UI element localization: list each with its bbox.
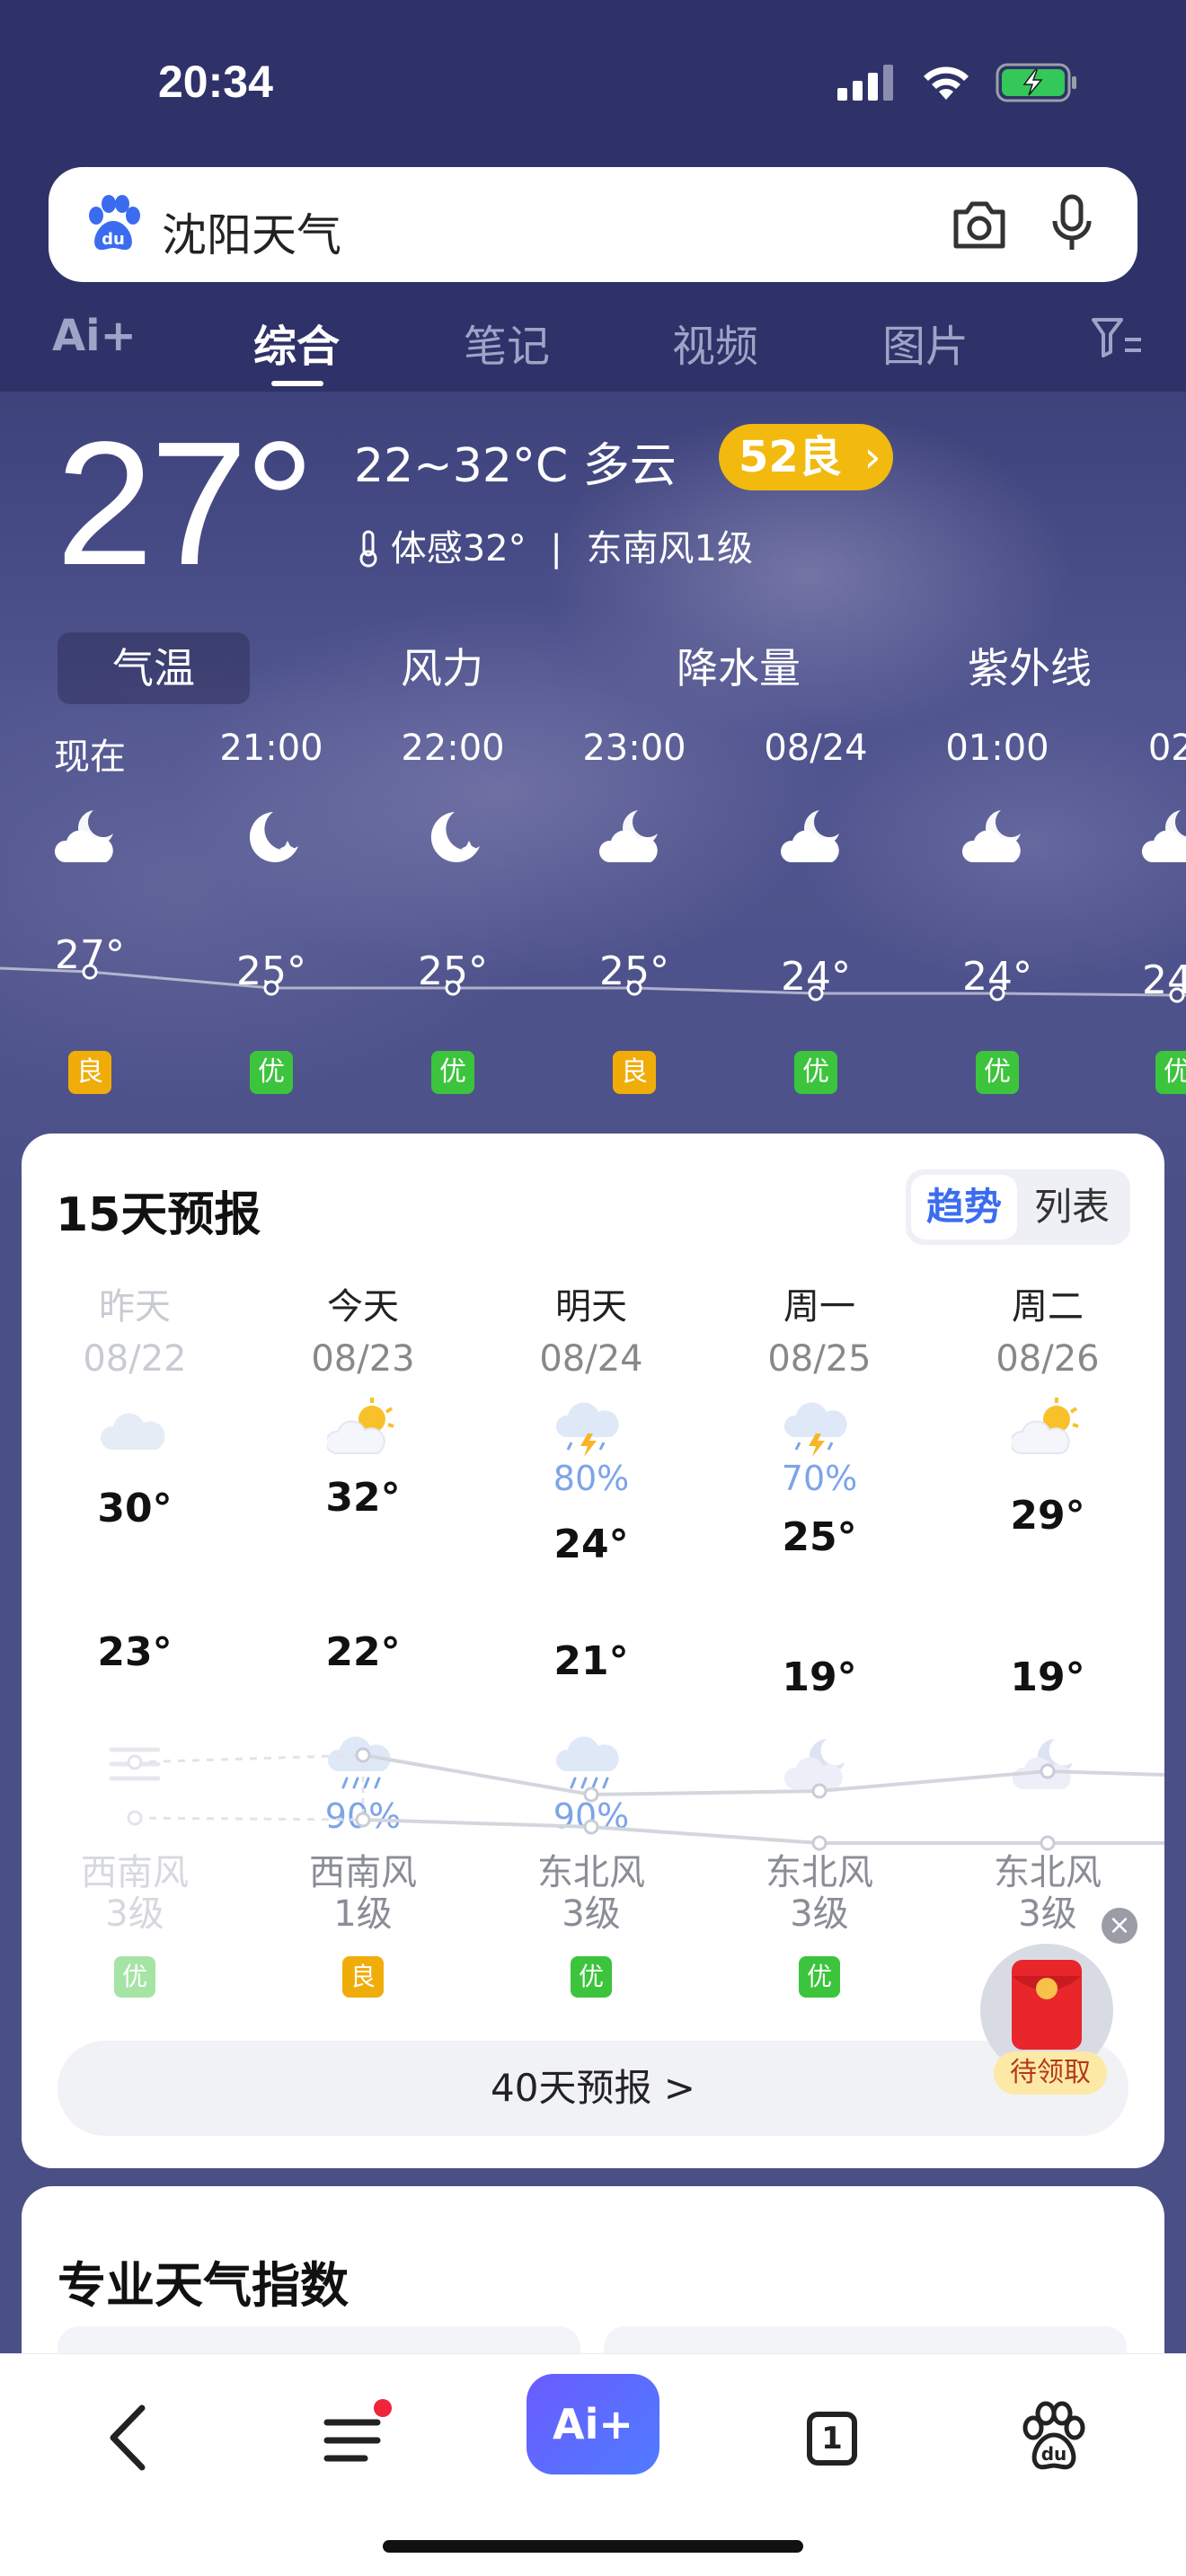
subtab-uv[interactable]: 紫外线 [940,632,1120,704]
tab-images[interactable]: 图片 [882,311,969,374]
hourly-temperature-curve [0,964,1186,1003]
hourly-aqi-badge: 良 [613,1051,656,1094]
subtab-precipitation[interactable]: 降水量 [649,632,828,704]
hourly-point [808,985,824,1001]
wifi-icon [924,66,969,100]
current-temperature: 27° [56,405,314,602]
high-point [583,1786,599,1803]
hourly-aqi-badge: 优 [250,1051,293,1094]
wind-info: 东南风1级 [586,528,753,569]
moon-cloud-icon [961,810,1021,862]
hourly-point [263,980,279,996]
hourly-time: 23:00 [582,728,686,769]
hourly-time: 02: [1147,728,1186,769]
microphone-icon[interactable] [1049,194,1094,253]
svg-text:du: du [1041,2443,1067,2465]
high-point [811,1783,828,1799]
tab-comprehensive[interactable]: 综合 [253,311,340,374]
signal-icon [837,65,893,101]
hourly-aqi-badge: 良 [68,1051,111,1094]
hourly-time: 21:00 [219,728,323,769]
tab-ai[interactable]: Ai+ [52,311,137,361]
subtab-wind[interactable]: 风力 [352,632,532,704]
camera-icon[interactable] [951,198,1008,251]
low-point [127,1810,143,1826]
active-tab-underline [271,381,323,386]
tab-notes[interactable]: 笔记 [464,311,550,374]
hourly-aqi-badge: 优 [1155,1051,1186,1094]
thermometer-icon [359,530,377,568]
close-icon[interactable]: × [1102,1908,1137,1944]
hourly-aqi-badge: 优 [431,1051,474,1094]
subtab-temperature[interactable]: 气温 [58,632,250,704]
svg-text:du: du [102,230,125,249]
today-range-condition: 22~32°C 多云 [354,439,677,493]
low-curve-past [134,1816,364,1822]
baidu-paw-icon: du [89,195,140,251]
hourly-point [82,964,98,980]
moon-cloud-icon [1142,810,1186,862]
hourly-point [1169,987,1185,1003]
low-point [811,1835,828,1851]
battery-charging-icon [996,63,1076,102]
status-time: 20:34 [158,57,273,107]
hourly-time: 22:00 [401,728,505,769]
hourly-point [626,980,642,996]
hourly-point [989,985,1005,1001]
tabs-count: 1 [807,2412,857,2466]
hourly-time: 现在 [54,737,126,778]
menu-icon[interactable] [302,2388,410,2487]
tabs-count-button[interactable]: 1 [780,2388,888,2487]
moon-cloud-icon [780,810,839,862]
high-point [127,1754,143,1770]
home-indicator [383,2540,803,2553]
divider: | [550,528,562,569]
hourly-point [445,980,461,996]
hourly-time: 01:00 [945,728,1049,769]
pro-weather-index-title: 专业天气指数 [58,2257,349,2314]
hourly-aqi-badge: 优 [794,1051,837,1094]
forty-day-forecast-button[interactable]: 40天预报 > [58,2041,1128,2136]
aqi-badge[interactable]: 52良 › [719,424,893,490]
search-bar[interactable]: du 沈阳天气 [49,167,1137,282]
high-curve-past [134,1753,364,1764]
hourly-time: 08/24 [764,728,868,769]
high-point [1040,1763,1056,1779]
status-icons [837,63,1078,102]
moon-cloud-icon [54,810,113,862]
baidu-home-icon[interactable]: du [999,2388,1107,2487]
current-details: 体感32° | 东南风1级 [358,519,753,571]
hourly-curve-line [0,966,1186,997]
chevron-right-icon: › [863,432,881,482]
tab-video[interactable]: 视频 [672,311,758,374]
red-packet-label[interactable]: 待领取 [994,2051,1107,2095]
filter-icon[interactable] [1091,316,1143,359]
low-point [1040,1835,1056,1851]
ai-assistant-button[interactable]: Ai+ [527,2374,659,2475]
low-point [583,1819,599,1835]
low-point [355,1812,371,1828]
search-query[interactable]: 沈阳天气 [162,199,341,264]
moon-star-icon [430,812,480,862]
back-icon[interactable] [77,2388,185,2487]
feels-like: 体感32° [390,528,527,569]
high-point [355,1747,371,1763]
aqi-value: 52良 [739,432,842,482]
moon-star-icon [249,812,298,862]
hourly-aqi-badge: 优 [976,1051,1019,1094]
moon-cloud-icon [598,810,658,862]
